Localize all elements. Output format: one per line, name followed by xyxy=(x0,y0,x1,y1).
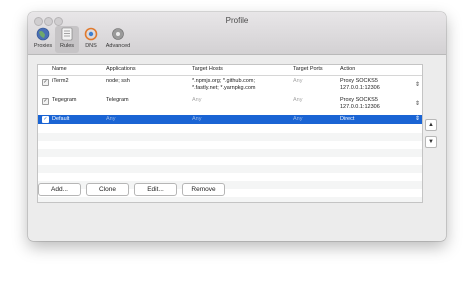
action-popup-stepper-icon[interactable]: ⇕ xyxy=(415,101,420,107)
column-header-action[interactable]: Action xyxy=(340,66,355,72)
rule-applications: Any xyxy=(106,116,116,122)
toolbar-proxies[interactable]: Proxies xyxy=(31,26,55,53)
add-button[interactable]: Add... xyxy=(38,183,81,196)
rule-enabled-checkbox[interactable]: ✓ xyxy=(42,79,49,86)
column-header-target-hosts[interactable]: Target Hosts xyxy=(192,66,223,72)
column-header-name[interactable]: Name xyxy=(52,66,67,72)
toolbar-label: Rules xyxy=(59,43,75,49)
rule-target-hosts: Any xyxy=(192,97,202,103)
column-header-applications[interactable]: Applications xyxy=(106,66,136,72)
toolbar-label: Advanced xyxy=(105,43,131,49)
rule-name: iTerm2 xyxy=(52,78,69,84)
rules-icon xyxy=(61,27,73,41)
move-down-button[interactable]: ▼ xyxy=(425,136,437,148)
rule-enabled-checkbox[interactable]: ✓ xyxy=(42,98,49,105)
globe-icon xyxy=(36,27,50,41)
rule-target-hosts: *.npmjs.org; *.github.com; xyxy=(192,78,255,84)
rule-target-ports: Any xyxy=(293,97,303,103)
action-popup-stepper-icon[interactable]: ⇕ xyxy=(415,116,420,122)
clone-button[interactable]: Clone xyxy=(86,183,129,196)
rule-action: 127.0.0.1:12306 xyxy=(340,85,380,91)
rule-action: 127.0.0.1:12306 xyxy=(340,104,380,110)
rule-target-ports: Any xyxy=(293,116,303,122)
edit-button[interactable]: Edit... xyxy=(134,183,177,196)
column-header-target-ports[interactable]: Target Ports xyxy=(293,66,323,72)
empty-row xyxy=(38,197,422,202)
empty-row xyxy=(38,133,422,141)
empty-row xyxy=(38,149,422,157)
move-up-button[interactable]: ▲ xyxy=(425,119,437,131)
dns-icon xyxy=(84,27,98,41)
rule-name: Default xyxy=(52,116,70,122)
table-row[interactable]: ✓ iTerm2 node; ssh *.npmjs.org; *.github… xyxy=(38,77,422,94)
profile-window: Profile Proxies Rules DNS Advanced Name … xyxy=(28,12,446,241)
toolbar-dns[interactable]: DNS xyxy=(79,26,103,53)
rule-applications: node; ssh xyxy=(106,78,130,84)
window-title: Profile xyxy=(225,16,249,25)
rule-enabled-checkbox[interactable]: ✓ xyxy=(42,116,49,123)
table-header: Name Applications Target Hosts Target Po… xyxy=(38,65,422,76)
remove-button[interactable]: Remove xyxy=(182,183,225,196)
rule-target-hosts: *.fastly.net; *.yarnpkg.com xyxy=(192,85,256,91)
toolbar-label: Proxies xyxy=(33,43,53,49)
rule-action: Direct xyxy=(340,116,355,122)
toolbar-advanced[interactable]: Advanced xyxy=(103,26,133,53)
title-bar: Profile Proxies Rules DNS Advanced xyxy=(28,12,446,55)
rule-applications: Telegram xyxy=(106,97,129,103)
toolbar-rules[interactable]: Rules xyxy=(55,26,79,53)
rule-action: Proxy SOCKS5 xyxy=(340,97,378,103)
table-row-selected[interactable]: ✓ Default Any Any Any Direct ⇕ xyxy=(38,115,422,124)
toolbar-label: DNS xyxy=(85,43,97,49)
gear-icon xyxy=(112,28,124,40)
rules-pane: Name Applications Target Hosts Target Po… xyxy=(28,55,446,241)
rule-target-ports: Any xyxy=(293,78,303,84)
rule-name: Tegegram xyxy=(52,97,77,103)
empty-row xyxy=(38,165,422,173)
table-row[interactable]: ✓ Tegegram Telegram Any Any Proxy SOCKS5… xyxy=(38,96,422,113)
rule-action: Proxy SOCKS5 xyxy=(340,78,378,84)
rule-target-hosts: Any xyxy=(192,116,202,122)
action-popup-stepper-icon[interactable]: ⇕ xyxy=(415,82,420,88)
